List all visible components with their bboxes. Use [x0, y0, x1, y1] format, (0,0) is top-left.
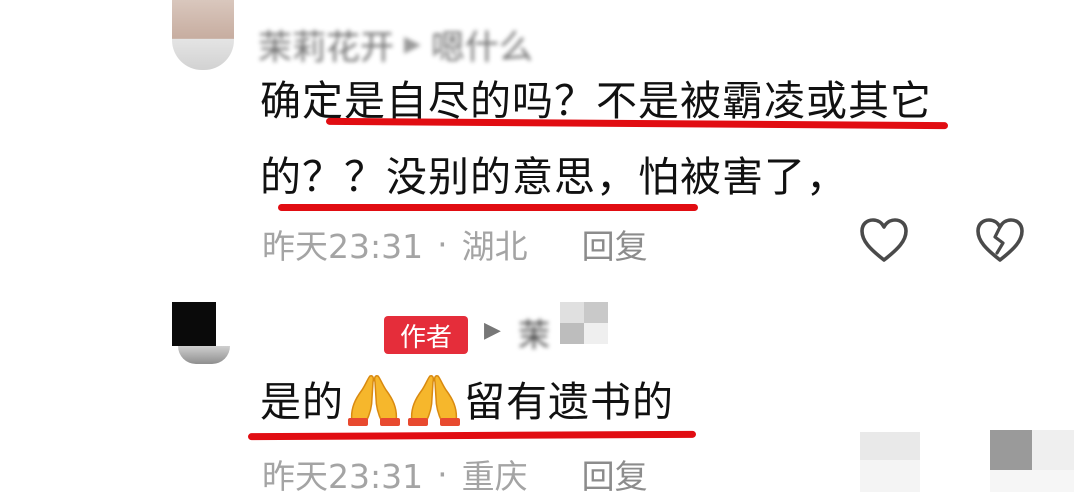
reply-text-start: 是的 [260, 378, 344, 426]
comment-location: 湖北 [461, 227, 528, 266]
reply-arrow-icon: ▶ [404, 31, 421, 57]
comment-time: 昨天23:31 [262, 227, 424, 266]
mosaic-redaction [860, 432, 920, 460]
pray-emoji-icon [408, 375, 460, 426]
mosaic-redaction [1032, 430, 1074, 470]
author-avatar-lower [178, 346, 230, 364]
red-underline-mark [247, 430, 697, 441]
red-underline-mark [278, 204, 698, 211]
separator-dot: · [437, 454, 448, 492]
separator-dot: · [437, 224, 448, 264]
author-badge: 作者 [384, 316, 468, 354]
comment-thread: 茉莉花开 ▶ 嗯什么 确定是自尽的吗？不是被霸凌或其它 的？？没别的意思，怕被害… [0, 0, 1080, 492]
commenter-avatar[interactable] [172, 0, 234, 70]
comment-meta: 昨天23:31 · 重庆 回复 [262, 450, 648, 492]
comment-time: 昨天23:31 [262, 457, 424, 492]
comment-location: 重庆 [461, 457, 528, 492]
comment-text-line: 是的 留有遗书的 [260, 372, 674, 431]
comment-header: 茉莉花开 ▶ 嗯什么 [258, 20, 533, 69]
pray-emoji-icon [348, 375, 400, 426]
comment-text-line: 的？？没别的意思，怕被害了， [260, 153, 848, 201]
reply-text-end: 留有遗书的 [464, 378, 674, 426]
reply-button[interactable]: 回复 [582, 450, 648, 492]
reply-target-name[interactable]: 茉 [518, 310, 550, 356]
mosaic-redaction [860, 460, 920, 492]
author-avatar[interactable] [172, 302, 216, 346]
mosaic-redaction [990, 470, 1074, 492]
mosaic-redaction [990, 430, 1032, 470]
reply-arrow-icon: ▶ [484, 318, 501, 343]
reply-button[interactable]: 回复 [582, 220, 648, 268]
heart-icon[interactable] [858, 216, 910, 268]
mosaic-redaction [560, 302, 608, 344]
comment-meta: 昨天23:31 · 湖北 回复 [262, 220, 648, 268]
reply-target-name[interactable]: 嗯什么 [431, 20, 533, 69]
commenter-name[interactable]: 茉莉花开 [258, 20, 394, 69]
broken-heart-icon[interactable] [974, 216, 1026, 268]
